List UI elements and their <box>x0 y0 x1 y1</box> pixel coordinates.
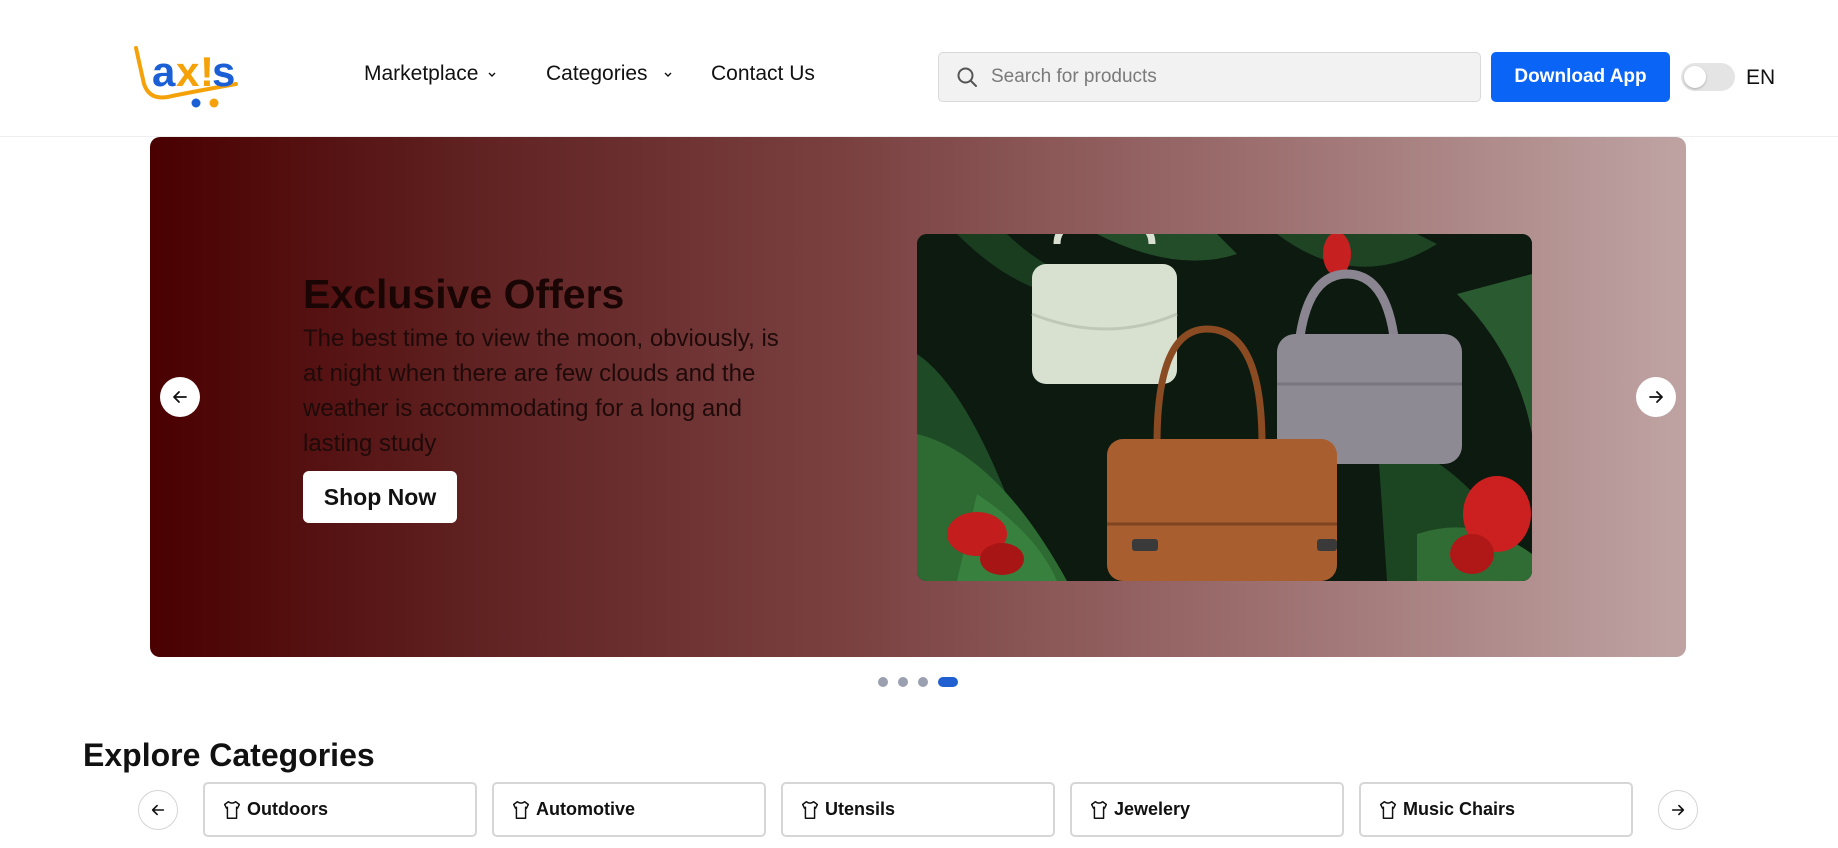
banner-product-image <box>917 234 1532 581</box>
nav-contact-us[interactable]: Contact Us <box>711 62 815 86</box>
hero-banner: Exclusive Offers The best time to view t… <box>150 137 1686 657</box>
category-card-outdoors[interactable]: Outdoors <box>203 782 477 837</box>
nav-categories-label: Categories <box>546 62 648 85</box>
category-card-jewelery[interactable]: Jewelery <box>1070 782 1344 837</box>
carousel-indicators <box>878 677 968 687</box>
banner-prev-button[interactable] <box>160 377 200 417</box>
nav-contact-label: Contact Us <box>711 62 815 85</box>
category-label: Jewelery <box>1114 799 1191 819</box>
arrow-left-icon <box>151 804 165 816</box>
category-label: Utensils <box>825 799 896 819</box>
shirt-icon <box>1090 800 1108 819</box>
categories-next-button[interactable] <box>1658 790 1698 830</box>
shop-now-button[interactable]: Shop Now <box>303 471 457 523</box>
arrow-left-icon <box>173 391 187 403</box>
shirt-icon <box>223 800 241 819</box>
shirt-icon <box>1379 800 1397 819</box>
category-card-utensils[interactable]: Utensils <box>781 782 1055 837</box>
category-label: Outdoors <box>247 799 328 819</box>
category-card-automotive[interactable]: Automotive <box>492 782 766 837</box>
category-label: Music Chairs <box>1403 799 1516 819</box>
category-card-music-chairs[interactable]: Music Chairs <box>1359 782 1633 837</box>
banner-next-button[interactable] <box>1636 377 1676 417</box>
svg-text:a: a <box>152 48 176 95</box>
arrow-right-icon <box>1671 804 1685 816</box>
svg-text:x: x <box>176 48 200 95</box>
language-selector[interactable]: EN <box>1746 66 1775 90</box>
banner-title: Exclusive Offers <box>303 271 625 317</box>
shirt-icon <box>512 800 530 819</box>
nav-categories[interactable]: Categories <box>546 62 674 86</box>
explore-categories-title: Explore Categories <box>83 737 375 773</box>
chevron-down-icon <box>664 72 672 77</box>
search-input[interactable] <box>991 66 1471 88</box>
chevron-down-icon <box>488 72 496 77</box>
nav-marketplace-label: Marketplace <box>364 62 479 85</box>
search-bar <box>938 52 1481 102</box>
axis-logo-icon: a x ! s <box>134 46 238 108</box>
svg-text:s: s <box>212 48 235 95</box>
carousel-dot-active[interactable] <box>938 677 958 687</box>
banner-description: The best time to view the moon, obviousl… <box>303 325 779 457</box>
search-icon <box>957 67 977 87</box>
carousel-dot[interactable] <box>878 677 888 687</box>
toggle-knob <box>1684 66 1706 88</box>
theme-toggle[interactable] <box>1681 63 1735 91</box>
site-header: a x ! s Marketplace Categories Contact U… <box>0 0 1838 137</box>
download-app-button[interactable]: Download App <box>1491 52 1670 102</box>
categories-prev-button[interactable] <box>138 790 178 830</box>
category-label: Automotive <box>536 799 635 819</box>
carousel-dot[interactable] <box>918 677 928 687</box>
carousel-dot[interactable] <box>898 677 908 687</box>
logo[interactable]: a x ! s <box>132 44 248 110</box>
arrow-right-icon <box>1649 391 1663 403</box>
shirt-icon <box>801 800 819 819</box>
handbags-image <box>917 234 1532 581</box>
nav-marketplace[interactable]: Marketplace <box>364 62 498 86</box>
